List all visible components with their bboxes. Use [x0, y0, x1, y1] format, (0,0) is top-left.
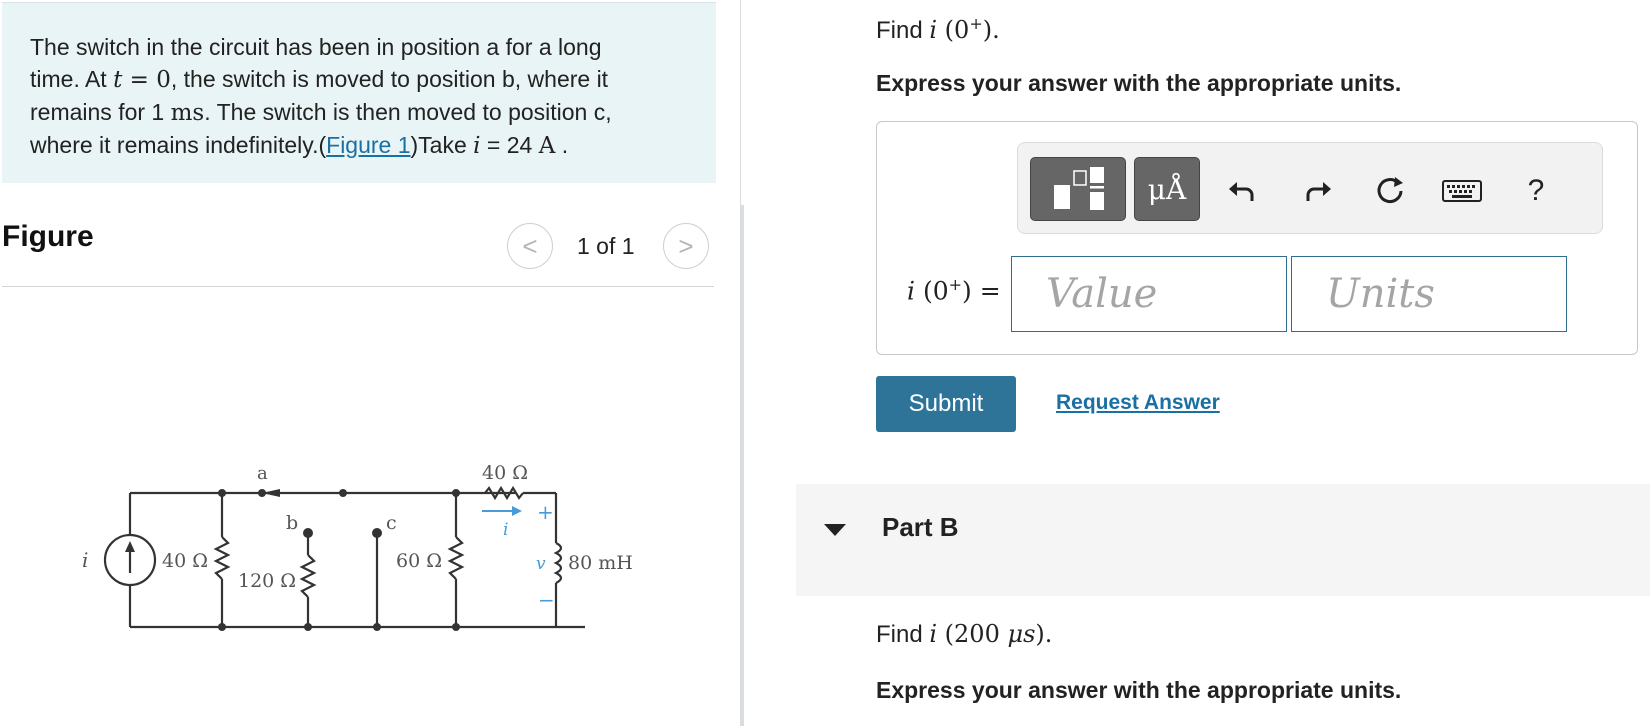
- minus-sign: −: [538, 588, 555, 612]
- units-input[interactable]: [1291, 256, 1567, 332]
- top-node: [339, 489, 347, 497]
- fraction-template-icon: [1054, 167, 1104, 210]
- inductor-label: 80 mH: [568, 552, 633, 574]
- chevron-left-icon: <: [522, 230, 538, 261]
- help-icon: ?: [1527, 174, 1545, 207]
- r1-label: 40 Ω: [162, 550, 208, 572]
- units-button[interactable]: μÅ: [1134, 157, 1200, 221]
- chevron-right-icon: >: [678, 230, 694, 261]
- switch-label-c: c: [386, 512, 397, 534]
- r-top-label: 40 Ω: [482, 462, 528, 484]
- undo-button[interactable]: [1224, 173, 1260, 209]
- node-c-bottom: [373, 623, 381, 631]
- node-r1-top: [218, 489, 226, 497]
- undo-icon: [1229, 182, 1254, 201]
- figure-pager: 1 of 1: [577, 233, 635, 259]
- redo-icon: [1306, 182, 1331, 201]
- part-a-question: Find i (0+).: [876, 14, 1000, 44]
- r3-label: 60 Ω: [396, 550, 442, 572]
- resistor-40-left: [213, 536, 231, 580]
- node-r2-bottom: [304, 623, 312, 631]
- part-b-header[interactable]: Part B: [796, 484, 1650, 596]
- keyboard-button[interactable]: [1440, 173, 1484, 209]
- figure-title: Figure: [2, 220, 94, 253]
- caret-down-icon: [824, 524, 846, 536]
- units-button-label: μÅ: [1147, 172, 1187, 206]
- part-a-instructions: Express your answer with the appropriate…: [876, 70, 1402, 96]
- node-r3-top: [452, 489, 460, 497]
- answer-label: i (0+) =: [907, 275, 1001, 306]
- template-button[interactable]: [1030, 157, 1126, 221]
- source-current-label: i: [82, 548, 88, 572]
- answer-box: μÅ ? i (0+) = Value Units: [876, 121, 1638, 355]
- problem-text: The switch in the circuit has been in po…: [30, 34, 612, 159]
- request-answer-link[interactable]: Request Answer: [1056, 391, 1220, 415]
- part-b-instructions: Express your answer with the appropriate…: [876, 677, 1402, 703]
- current-label: i: [503, 520, 508, 540]
- left-panel: The switch in the circuit has been in po…: [0, 0, 742, 726]
- node-r3-bottom: [452, 623, 460, 631]
- figure-link[interactable]: Figure 1: [326, 132, 410, 158]
- inductor: [553, 542, 563, 584]
- next-figure-button[interactable]: >: [663, 223, 709, 269]
- redo-button[interactable]: [1300, 173, 1336, 209]
- problem-statement-box: The switch in the circuit has been in po…: [2, 2, 716, 183]
- switch-label-a: a: [257, 463, 268, 484]
- plus-sign: +: [537, 500, 554, 524]
- node-r1-bottom: [218, 623, 226, 631]
- math-toolbar: μÅ ?: [1017, 142, 1603, 234]
- current-arrow-head: [512, 506, 522, 516]
- r2-label: 120 Ω: [238, 570, 296, 592]
- voltage-label: v: [536, 554, 546, 574]
- switch-label-b: b: [286, 512, 298, 534]
- help-button[interactable]: ?: [1518, 173, 1554, 209]
- reset-button[interactable]: [1372, 173, 1408, 209]
- source-arrow-head: [125, 541, 135, 552]
- resistor-60: [447, 536, 465, 580]
- submit-button[interactable]: Submit: [876, 376, 1016, 432]
- part-b-title: Part B: [882, 512, 959, 542]
- reset-icon: [1377, 177, 1403, 204]
- keyboard-icon: [1442, 180, 1482, 202]
- value-input[interactable]: [1011, 256, 1287, 332]
- circuit-diagram: i 40 Ω a b 120 Ω c 60 Ω 40 Ω i 80 mH v +…: [82, 462, 633, 631]
- part-b-question: Find i (200 μs).: [876, 620, 1053, 648]
- right-panel: Find i (0+). Express your answer with th…: [744, 0, 1650, 726]
- figure-divider: [2, 286, 714, 287]
- prev-figure-button[interactable]: <: [507, 223, 553, 269]
- resistor-120: [299, 554, 317, 598]
